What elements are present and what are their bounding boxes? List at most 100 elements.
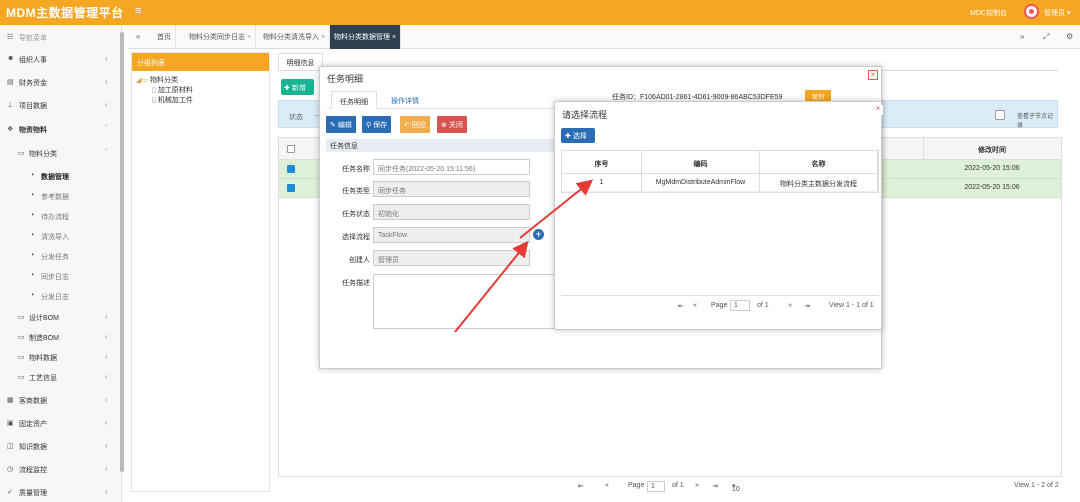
- chevron-left-icon: ‹: [105, 54, 108, 63]
- sidebar-item-material-category[interactable]: ▭ 物料分类 ˇ: [0, 143, 122, 163]
- first-page-icon[interactable]: ⇤: [578, 482, 584, 490]
- row-checkbox[interactable]: [287, 165, 295, 173]
- prev-page-icon[interactable]: «: [605, 482, 609, 489]
- select-all-checkbox[interactable]: [287, 145, 295, 153]
- pager-summary: View 1 - 2 of 2: [1014, 482, 1059, 489]
- last-page-icon[interactable]: ⇥: [712, 482, 718, 490]
- edit-button[interactable]: ✎ 编辑: [326, 116, 356, 133]
- copy-button[interactable]: 复制: [805, 90, 831, 101]
- close-icon[interactable]: ×: [868, 70, 878, 80]
- sidebar-item-quality[interactable]: ✓ 质量管理 ‹: [0, 482, 122, 502]
- creator-field: 管理员: [373, 250, 530, 266]
- next-page-icon[interactable]: »: [788, 302, 792, 309]
- creator-label: 创建人: [349, 257, 370, 264]
- add-button[interactable]: ✚ 新增: [281, 79, 314, 95]
- row-checkbox[interactable]: [287, 184, 295, 192]
- username-label: 管理员: [1044, 10, 1065, 17]
- sidebar-item-materials[interactable]: ❖ 物资物料 ˇ: [0, 119, 122, 139]
- tab-scroll-right-icon[interactable]: »: [1020, 32, 1024, 41]
- plus-icon: ✚: [284, 85, 290, 92]
- avatar[interactable]: [1024, 4, 1039, 19]
- tab-sync-log[interactable]: 物料分类同步日志 ×: [185, 25, 257, 49]
- dot-icon: ◗: [31, 192, 35, 198]
- add-flow-plus-icon[interactable]: +: [533, 229, 544, 240]
- sidebar-item-clean-import[interactable]: ◗ 清洗导入: [0, 226, 122, 246]
- page-input[interactable]: 1: [647, 481, 665, 492]
- flow-table-header: 序号 编码 名称: [562, 151, 878, 174]
- tab-home[interactable]: 首页: [153, 25, 176, 49]
- close-icon[interactable]: ×: [321, 34, 325, 41]
- sidebar-item-process-info[interactable]: ▭ 工艺信息 ‹: [0, 367, 122, 387]
- sidebar-item-monitor[interactable]: ◷ 流程监控 ‹: [0, 459, 122, 479]
- prev-page-icon[interactable]: «: [693, 302, 697, 309]
- menu-toggle-icon[interactable]: ≡: [135, 5, 141, 17]
- undo-icon: ↶: [404, 122, 410, 129]
- wallet-icon: ▤: [7, 79, 14, 86]
- page-input[interactable]: 1: [730, 300, 750, 311]
- file-icon: ▯: [152, 97, 156, 104]
- mdc-console-link[interactable]: MDC控制台: [970, 8, 1007, 18]
- page-size-select[interactable]: 10 ▾: [732, 482, 740, 493]
- column-name[interactable]: 名称: [760, 151, 878, 173]
- tree-node-raw-material[interactable]: ▯ 加工原材料: [152, 85, 193, 95]
- tab-data-manage[interactable]: 物料分类数据管理 ×: [330, 25, 402, 49]
- include-children-checkbox[interactable]: [995, 110, 1005, 120]
- sidebar-item-mfg-bom[interactable]: ▭ 制造BOM ‹: [0, 327, 122, 347]
- tab-scroll-left-icon[interactable]: «: [136, 32, 140, 41]
- column-no[interactable]: 序号: [562, 151, 642, 173]
- tab-clean-import[interactable]: 物料分类清洗导入 ×: [259, 25, 331, 49]
- sidebar-item-dist-log[interactable]: ◗ 分发日志: [0, 286, 122, 306]
- select-button[interactable]: ✚ 选择: [561, 128, 595, 143]
- save-button[interactable]: ⚲ 保存: [362, 116, 392, 133]
- tab-operation-detail[interactable]: 操作详情: [383, 91, 427, 109]
- next-page-icon[interactable]: »: [695, 482, 699, 489]
- last-page-icon[interactable]: ⇥: [804, 302, 810, 310]
- fullscreen-icon[interactable]: ⤢: [1043, 32, 1049, 42]
- username-menu[interactable]: 管理员 ▾: [1044, 8, 1070, 18]
- grid-pager: ⇤ « Page 1 of 1 » ⇥ 10 ▾ View 1 - 2 of 2: [278, 478, 1062, 496]
- column-modified-time[interactable]: 修改时间: [923, 145, 1061, 155]
- close-icon[interactable]: ×: [873, 105, 883, 115]
- page-tabs-bar: « 首页 物料分类同步日志 × 物料分类清洗导入 × 物料分类数据管理 × » ⤢ ⚙: [128, 25, 1080, 49]
- sidebar-item-reference[interactable]: ◗ 参考数据: [0, 186, 122, 206]
- tab-task-detail[interactable]: 任务明细: [331, 91, 377, 109]
- tree-panel-header: 分组列表: [132, 53, 269, 71]
- sidebar-item-finance[interactable]: ▤ 财务资金 ‹: [0, 72, 122, 92]
- book-icon: ◫: [7, 443, 14, 450]
- sidebar-item-customer[interactable]: ▦ 客商数据 ‹: [0, 390, 122, 410]
- flow-pager: ⇤ « Page 1 of 1 » ⇥ View 1 - 1 of 1: [561, 295, 879, 315]
- tab-details[interactable]: 明细信息: [278, 53, 323, 71]
- sidebar-item-todo[interactable]: ◗ 待办流程: [0, 206, 122, 226]
- chevron-down-icon: ˇ: [105, 124, 108, 133]
- sidebar-item-fixed-assets[interactable]: ▣ 固定资产 ‹: [0, 413, 122, 433]
- table-row[interactable]: 1 MgMdmDistributeAdminFlow 物料分类主数据分发流程: [562, 174, 878, 192]
- sidebar-item-hr[interactable]: ☻ 组织人事 ‹: [0, 49, 122, 69]
- close-button[interactable]: ⊗ 关闭: [437, 116, 467, 133]
- folder-icon: ▭: [18, 314, 25, 321]
- clock-icon: ◷: [7, 466, 14, 473]
- sidebar-item-material-data[interactable]: ▭ 物料数据 ‹: [0, 347, 122, 367]
- column-code[interactable]: 编码: [642, 151, 760, 173]
- tree-root-node[interactable]: ◢▭ 物料分类: [136, 75, 178, 85]
- tree-node-machined-parts[interactable]: ▯ 机械加工件: [152, 95, 193, 105]
- people-icon: ☻: [7, 55, 15, 62]
- page-label: Page: [711, 302, 728, 309]
- close-icon[interactable]: ×: [247, 34, 251, 41]
- chevron-left-icon: ‹: [105, 332, 108, 341]
- sidebar-item-data-manage[interactable]: ◗ 数据管理: [0, 166, 122, 186]
- gear-icon[interactable]: ⚙: [1066, 32, 1073, 41]
- sidebar-item-project[interactable]: ⊥ 项目数据 ‹: [0, 95, 122, 115]
- sidebar-header: ☷ 导航菜单: [7, 34, 47, 42]
- sidebar-item-sync-log[interactable]: ◗ 同步日志: [0, 266, 122, 286]
- cubes-icon: ❖: [7, 126, 14, 133]
- sidebar-item-design-bom[interactable]: ▭ 设计BOM ‹: [0, 307, 122, 327]
- task-name-field[interactable]: 同步任务(2022-05-20 15:11:56): [373, 159, 530, 175]
- flow-select-modal: 请选择流程 × ✚ 选择 序号 编码 名称 1 MgMdmDistributeA…: [554, 101, 883, 330]
- sidebar-item-dist-task[interactable]: ◗ 分发任务: [0, 246, 122, 266]
- sidebar-scrollbar[interactable]: [120, 32, 124, 472]
- sidebar-item-knowledge[interactable]: ◫ 知识数据 ‹: [0, 436, 122, 456]
- first-page-icon[interactable]: ⇤: [678, 302, 684, 310]
- rollback-button[interactable]: ↶ 回应: [400, 116, 430, 133]
- close-icon[interactable]: ×: [392, 34, 396, 41]
- include-children-label: 查看子节点记录: [1017, 114, 1054, 129]
